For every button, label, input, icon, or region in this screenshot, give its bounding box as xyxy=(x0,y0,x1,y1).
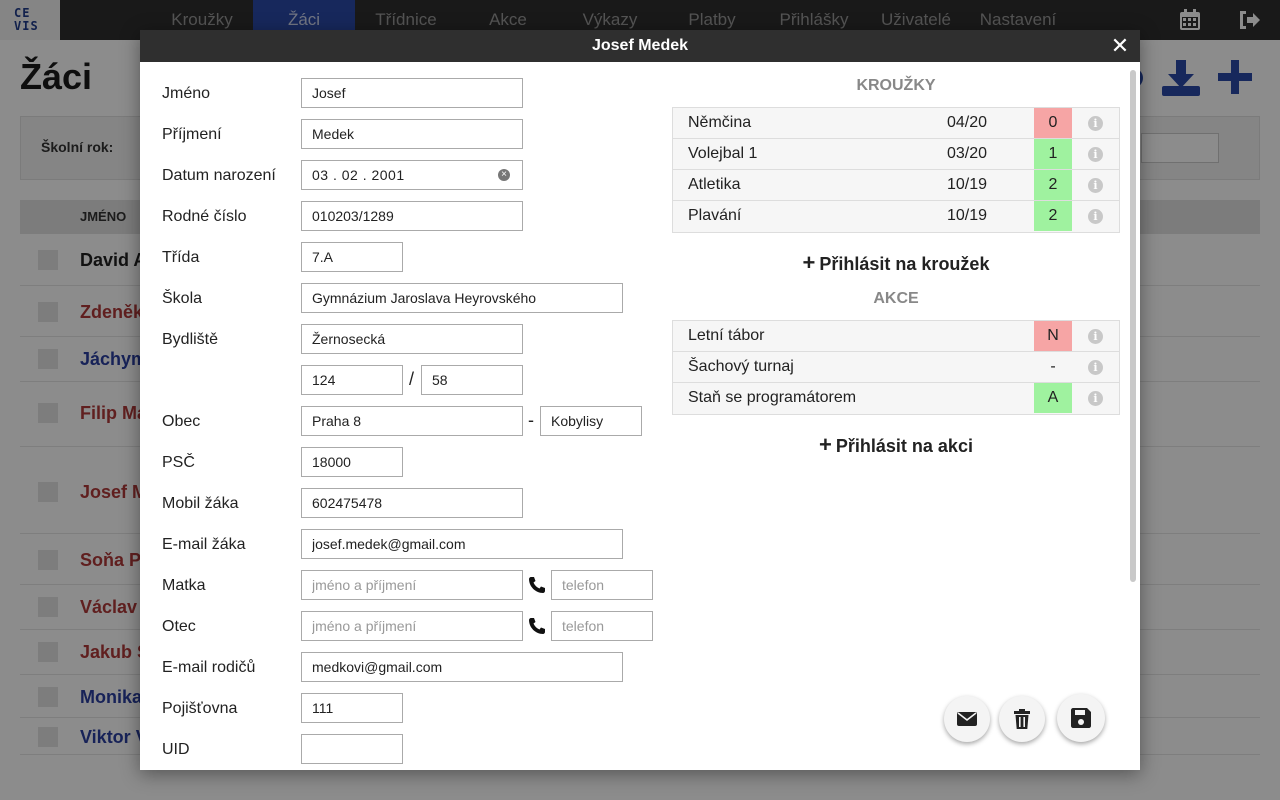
info-icon[interactable]: i xyxy=(1088,209,1103,224)
obec-input[interactable] xyxy=(301,406,523,436)
rodne-cislo-input[interactable] xyxy=(301,201,523,231)
krouzek-name: Němčina xyxy=(688,114,752,131)
plus-icon: + xyxy=(819,432,832,457)
email-input[interactable] xyxy=(301,529,623,559)
akce-name: Staň se programátorem xyxy=(688,389,857,406)
krouzek-row[interactable]: Atletika 10/19 2 i xyxy=(673,170,1119,201)
otec-name-input[interactable] xyxy=(301,611,523,641)
label-uid: UID xyxy=(162,741,190,758)
phone-icon xyxy=(529,618,545,634)
cast-obce-input[interactable] xyxy=(540,406,642,436)
akce-status: N xyxy=(1034,321,1072,351)
info-icon[interactable]: i xyxy=(1088,391,1103,406)
dash-separator: - xyxy=(528,410,534,430)
krouzek-row[interactable]: Volejbal 1 03/20 1 i xyxy=(673,139,1119,170)
modal-scrollbar[interactable] xyxy=(1130,70,1136,582)
modal-title: Josef Medek xyxy=(591,37,689,54)
add-krouzek-label: Přihlásit na kroužek xyxy=(819,254,990,274)
label-matka: Matka xyxy=(162,577,206,594)
slash-separator: / xyxy=(409,369,415,389)
cislo-orientacni-input[interactable] xyxy=(421,365,523,395)
krouzky-section-title: KROUŽKY xyxy=(856,77,936,94)
info-icon[interactable]: i xyxy=(1088,116,1103,131)
akce-section-title: AKCE xyxy=(873,290,919,307)
label-rodne-cislo: Rodné číslo xyxy=(162,208,247,225)
akce-name: Šachový turnaj xyxy=(688,358,794,375)
prijmeni-input[interactable] xyxy=(301,119,523,149)
akce-table: Letní tábor N i Šachový turnaj - i Staň … xyxy=(672,320,1120,415)
krouzek-status: 2 xyxy=(1034,201,1072,231)
krouzek-term: 10/19 xyxy=(947,207,988,224)
datum-narozeni-input[interactable] xyxy=(301,160,523,190)
cislo-popisne-input[interactable] xyxy=(301,365,403,395)
uid-input[interactable] xyxy=(301,734,403,764)
krouzek-name: Volejbal 1 xyxy=(688,145,758,162)
akce-row[interactable]: Šachový turnaj - i xyxy=(673,352,1119,383)
label-datum: Datum narození xyxy=(162,167,276,184)
label-psc: PSČ xyxy=(162,454,195,471)
krouzek-status: 2 xyxy=(1034,170,1072,200)
akce-name: Letní tábor xyxy=(688,327,765,344)
krouzek-term: 04/20 xyxy=(947,114,988,131)
label-pojistovna: Pojišťovna xyxy=(162,700,238,717)
krouzek-name: Atletika xyxy=(688,176,741,193)
matka-phone-input[interactable] xyxy=(551,570,653,600)
trash-icon xyxy=(1014,709,1030,729)
skola-input[interactable] xyxy=(301,283,623,313)
psc-input[interactable] xyxy=(301,447,403,477)
label-email-rodicu: E-mail rodičů xyxy=(162,659,256,676)
info-icon[interactable]: i xyxy=(1088,360,1103,375)
krouzek-row[interactable]: Plavání 10/19 2 i xyxy=(673,201,1119,232)
delete-button[interactable] xyxy=(999,696,1045,742)
label-skola: Škola xyxy=(162,290,203,307)
akce-row[interactable]: Letní tábor N i xyxy=(673,321,1119,352)
label-obec: Obec xyxy=(162,413,201,430)
add-akce-label: Přihlásit na akci xyxy=(835,436,973,456)
modal-header: Josef Medek xyxy=(140,30,1140,62)
clear-date-icon[interactable]: × xyxy=(498,169,510,181)
label-mobil: Mobil žáka xyxy=(162,495,239,512)
krouzek-term: 10/19 xyxy=(947,176,988,193)
label-jmeno: Jméno xyxy=(162,85,211,102)
jmeno-input[interactable] xyxy=(301,78,523,108)
mobil-input[interactable] xyxy=(301,488,523,518)
trida-input[interactable] xyxy=(301,242,403,272)
akce-status: A xyxy=(1034,383,1072,413)
floppy-disk-icon xyxy=(1071,708,1091,728)
matka-name-input[interactable] xyxy=(301,570,523,600)
label-bydliste: Bydliště xyxy=(162,331,219,348)
krouzek-status: 1 xyxy=(1034,139,1072,169)
save-button[interactable] xyxy=(1057,694,1105,742)
label-email: E-mail žáka xyxy=(162,536,246,553)
phone-icon xyxy=(529,577,545,593)
label-otec: Otec xyxy=(162,618,196,635)
student-detail-modal: Josef Medek ✕ Jméno Příjmení Datum naroz… xyxy=(140,30,1140,770)
krouzek-status: 0 xyxy=(1034,108,1072,138)
otec-phone-input[interactable] xyxy=(551,611,653,641)
akce-status: - xyxy=(1050,358,1056,375)
krouzek-term: 03/20 xyxy=(947,145,988,162)
plus-icon: + xyxy=(802,250,816,275)
krouzky-table: Němčina 04/20 0 i Volejbal 1 03/20 1 i A… xyxy=(672,107,1120,233)
label-trida: Třída xyxy=(162,249,200,266)
krouzek-name: Plavání xyxy=(688,207,742,224)
envelope-icon xyxy=(957,712,977,726)
label-prijmeni: Příjmení xyxy=(162,126,222,143)
akce-row[interactable]: Staň se programátorem A i xyxy=(673,383,1119,414)
info-icon[interactable]: i xyxy=(1088,147,1103,162)
email-rodicu-input[interactable] xyxy=(301,652,623,682)
send-email-button[interactable] xyxy=(944,696,990,742)
add-krouzek-button[interactable]: + Přihlásit na kroužek xyxy=(672,250,1120,276)
info-icon[interactable]: i xyxy=(1088,329,1103,344)
ulice-input[interactable] xyxy=(301,324,523,354)
krouzek-row[interactable]: Němčina 04/20 0 i xyxy=(673,108,1119,139)
add-akce-button[interactable]: + Přihlásit na akci xyxy=(672,432,1120,458)
info-icon[interactable]: i xyxy=(1088,178,1103,193)
close-button[interactable]: ✕ xyxy=(1110,30,1130,62)
pojistovna-input[interactable] xyxy=(301,693,403,723)
